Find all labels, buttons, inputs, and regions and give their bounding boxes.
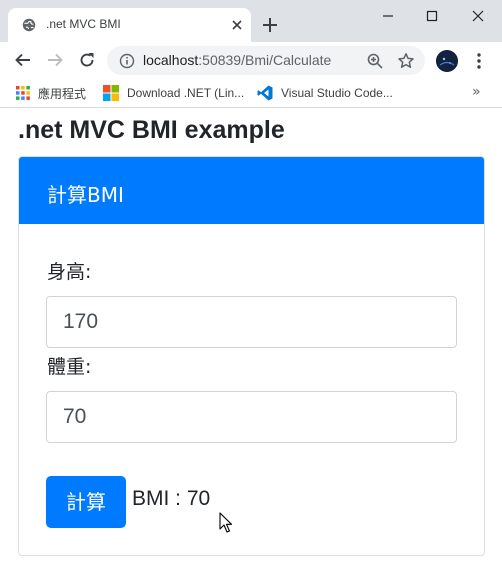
minimize-icon[interactable] xyxy=(378,6,398,26)
height-input[interactable]: 170 xyxy=(46,296,457,348)
more-bookmarks-chevron[interactable]: » xyxy=(472,84,481,100)
page-content: .net MVC BMI example 計算BMI 身高: 170 體重: 7… xyxy=(0,108,502,577)
close-window-icon[interactable] xyxy=(468,6,488,26)
bmi-result: BMI : 70 xyxy=(132,487,211,510)
tab-title: .net MVC BMI xyxy=(46,17,121,31)
card-header-title: 計算BMI xyxy=(47,183,124,207)
bookmark-vscode[interactable]: Visual Studio Code... xyxy=(257,85,393,101)
page-title: .net MVC BMI example xyxy=(18,116,285,144)
profile-avatar[interactable] xyxy=(436,50,458,72)
maximize-icon[interactable] xyxy=(422,6,442,26)
tab-close-icon[interactable] xyxy=(229,17,245,33)
card-header: 計算BMI xyxy=(19,157,484,224)
windows-logo-icon xyxy=(103,85,119,101)
calculate-button[interactable]: 計算 xyxy=(46,476,126,528)
zoom-icon[interactable] xyxy=(366,52,384,70)
globe-icon xyxy=(22,18,36,32)
profile-avatar-image xyxy=(436,50,458,72)
browser-titlebar: .net MVC BMI xyxy=(0,0,502,42)
height-label: 身高: xyxy=(47,261,92,283)
reload-icon[interactable] xyxy=(78,51,96,69)
bookmark-apps[interactable]: 應用程式 xyxy=(16,85,86,101)
browser-tab[interactable]: .net MVC BMI xyxy=(8,8,251,42)
browser-toolbar: localhost:50839/Bmi/Calculate xyxy=(0,42,502,78)
bookmark-download-dotnet-label: Download .NET (Lin... xyxy=(127,86,245,100)
new-tab-icon[interactable] xyxy=(261,16,279,34)
bookmark-vscode-label: Visual Studio Code... xyxy=(281,86,393,100)
forward-arrow-icon[interactable] xyxy=(46,51,64,69)
back-arrow-icon[interactable] xyxy=(14,51,32,69)
bookmarks-bar: 應用程式 Download .NET (Lin... Visual Studio… xyxy=(0,78,502,108)
address-bar[interactable]: localhost:50839/Bmi/Calculate xyxy=(107,46,425,75)
weight-label: 體重: xyxy=(47,356,92,378)
url-host: localhost xyxy=(143,52,199,68)
bookmark-star-icon[interactable] xyxy=(397,52,415,70)
url-text[interactable]: localhost:50839/Bmi/Calculate xyxy=(143,52,331,68)
url-path: :50839/Bmi/Calculate xyxy=(198,52,332,68)
weight-input[interactable]: 70 xyxy=(46,391,457,443)
bmi-card: 計算BMI 身高: 170 體重: 70 計算 BMI : 70 xyxy=(18,156,485,556)
vscode-icon xyxy=(257,85,273,101)
mouse-cursor-icon xyxy=(219,512,233,533)
bookmark-download-dotnet[interactable]: Download .NET (Lin... xyxy=(103,85,244,101)
apps-grid-icon xyxy=(16,86,30,100)
info-icon[interactable] xyxy=(119,53,135,69)
bookmark-apps-label: 應用程式 xyxy=(38,86,87,101)
menu-dots-icon[interactable] xyxy=(474,52,484,70)
